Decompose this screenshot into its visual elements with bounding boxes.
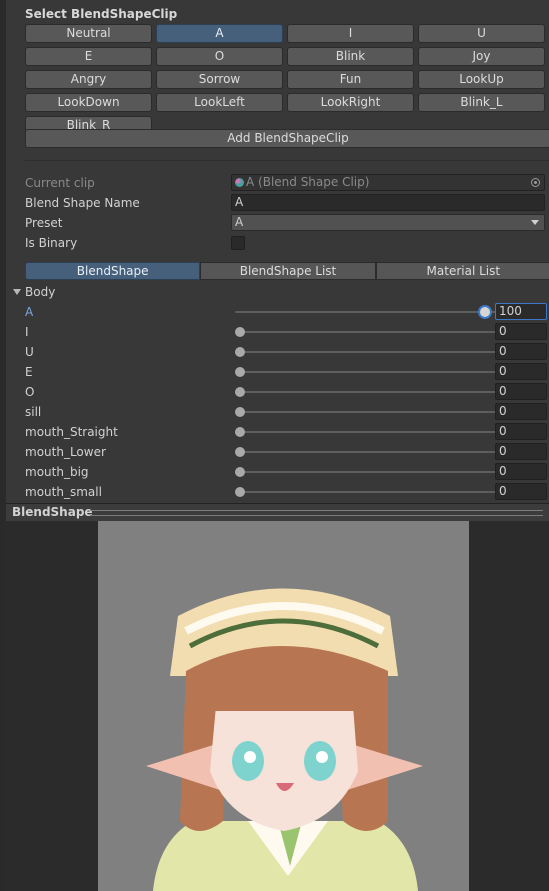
slider-thumb[interactable] [480,307,490,317]
slider-thumb[interactable] [235,447,245,457]
slider-thumb[interactable] [235,407,245,417]
blendshape-row: mouth_small 0 [25,483,549,501]
drag-handle[interactable] [90,510,543,516]
mesh-group-label: Body [25,285,56,299]
body-foldout[interactable]: Body [13,285,55,299]
blendshape-label: mouth_Lower [25,445,106,459]
blendshape-value-input[interactable]: 0 [495,463,547,480]
blendshape-label: I [25,325,29,339]
clip-button-lookright[interactable]: LookRight [287,93,414,112]
current-clip-label: Current clip [25,176,95,190]
slider-track[interactable] [235,451,497,453]
blendshape-value-input[interactable]: 0 [495,363,547,380]
blendshape-label: mouth_big [25,465,89,479]
blendshape-label: sill [25,405,42,419]
slider-track[interactable] [235,391,497,393]
blendshape-value-input[interactable]: 0 [495,443,547,460]
tab-blendshape[interactable]: BlendShape [25,262,201,280]
blendshape-row: U0 [25,343,549,361]
blendshape-value-input[interactable]: 0 [495,323,547,340]
preview-header: BlendShape [6,503,549,521]
tab-blendshape-list[interactable]: BlendShape List [200,262,376,280]
clip-button-i[interactable]: I [287,24,414,43]
preset-dropdown[interactable]: A [231,214,545,231]
slider-thumb[interactable] [235,487,245,497]
blendshape-clip-asset-icon [235,178,244,187]
slider-track[interactable] [235,331,497,333]
clip-button-o[interactable]: O [156,47,283,66]
blend-shape-name-input[interactable]: A [231,194,545,211]
clip-button-e[interactable]: E [25,47,152,66]
slider-thumb[interactable] [235,347,245,357]
slider-thumb[interactable] [235,467,245,477]
current-clip-field[interactable]: A (Blend Shape Clip) [231,174,545,191]
inspector-panel: Select BlendShapeClip Neutral A I U E O Blink J… [6,0,549,502]
clip-button-blink[interactable]: Blink [287,47,414,66]
slider-track[interactable] [235,371,497,373]
blendshape-label: mouth_Straight [25,425,118,439]
blendshape-label: mouth_small [25,485,102,499]
clip-button-sorrow[interactable]: Sorrow [156,70,283,89]
blendshape-value-input[interactable]: 0 [495,343,547,360]
clip-button-a[interactable]: A [156,24,283,43]
chevron-down-icon [531,220,539,225]
preset-value: A [235,215,244,229]
preset-label: Preset [25,216,63,230]
divider [25,160,549,161]
preview-title: BlendShape [12,505,93,519]
blendshape-value-input[interactable]: 0 [495,423,547,440]
blendshape-row: mouth_big 0 [25,463,549,481]
clip-button-lookleft[interactable]: LookLeft [156,93,283,112]
slider-track[interactable] [235,411,497,413]
tab-bar: BlendShape BlendShape List Material List [25,262,549,280]
clip-button-joy[interactable]: Joy [418,47,545,66]
blend-shape-name-label: Blend Shape Name [25,196,140,210]
slider-track[interactable] [235,431,497,433]
blendshape-value-input[interactable]: 0 [495,383,547,400]
clip-button-angry[interactable]: Angry [25,70,152,89]
clip-button-lookup[interactable]: LookUp [418,70,545,89]
object-picker-icon[interactable] [531,178,540,187]
clip-button-u[interactable]: U [418,24,545,43]
select-clip-title: Select BlendShapeClip [25,7,178,21]
slider-thumb[interactable] [235,387,245,397]
clip-button-grid: Neutral A I U E O Blink Joy Angry Sorrow Fun LookUp… [25,24,549,135]
blendshape-label: O [25,385,35,399]
clip-button-neutral[interactable]: Neutral [25,24,152,43]
blendshape-label: U [25,345,34,359]
add-blendshapeclip-button[interactable]: Add BlendShapeClip [25,129,549,148]
is-binary-label: Is Binary [25,236,78,250]
slider-thumb[interactable] [235,427,245,437]
blendshape-value-input[interactable]: 100 [495,303,547,320]
slider-thumb[interactable] [235,327,245,337]
blendshape-row: E0 [25,363,549,381]
blendshape-row: I0 [25,323,549,341]
slider-track[interactable] [235,491,497,493]
3d-preview-viewport[interactable] [98,521,469,891]
clip-button-lookdown[interactable]: LookDown [25,93,152,112]
tab-material-list[interactable]: Material List [375,262,549,280]
is-binary-checkbox[interactable] [231,236,245,250]
slider-thumb[interactable] [235,367,245,377]
blendshape-row: mouth_Lower 0 [25,443,549,461]
foldout-arrow-icon [13,289,21,295]
blendshape-row: O0 [25,383,549,401]
avatar-preview-image [146,588,423,891]
blendshape-row: A 100 [25,303,549,321]
blendshape-value-input[interactable]: 0 [495,483,547,500]
clip-button-blink-l[interactable]: Blink_L [418,93,545,112]
blendshape-row: sill 0 [25,403,549,421]
blendshape-label: A [25,305,34,319]
slider-track[interactable] [235,311,497,313]
clip-button-fun[interactable]: Fun [287,70,414,89]
blendshape-value-input[interactable]: 0 [495,403,547,420]
blendshape-label: E [25,365,33,379]
slider-track[interactable] [235,471,497,473]
current-clip-value: A (Blend Shape Clip) [246,175,370,189]
blendshape-row: mouth_Straight 0 [25,423,549,441]
slider-track[interactable] [235,351,497,353]
